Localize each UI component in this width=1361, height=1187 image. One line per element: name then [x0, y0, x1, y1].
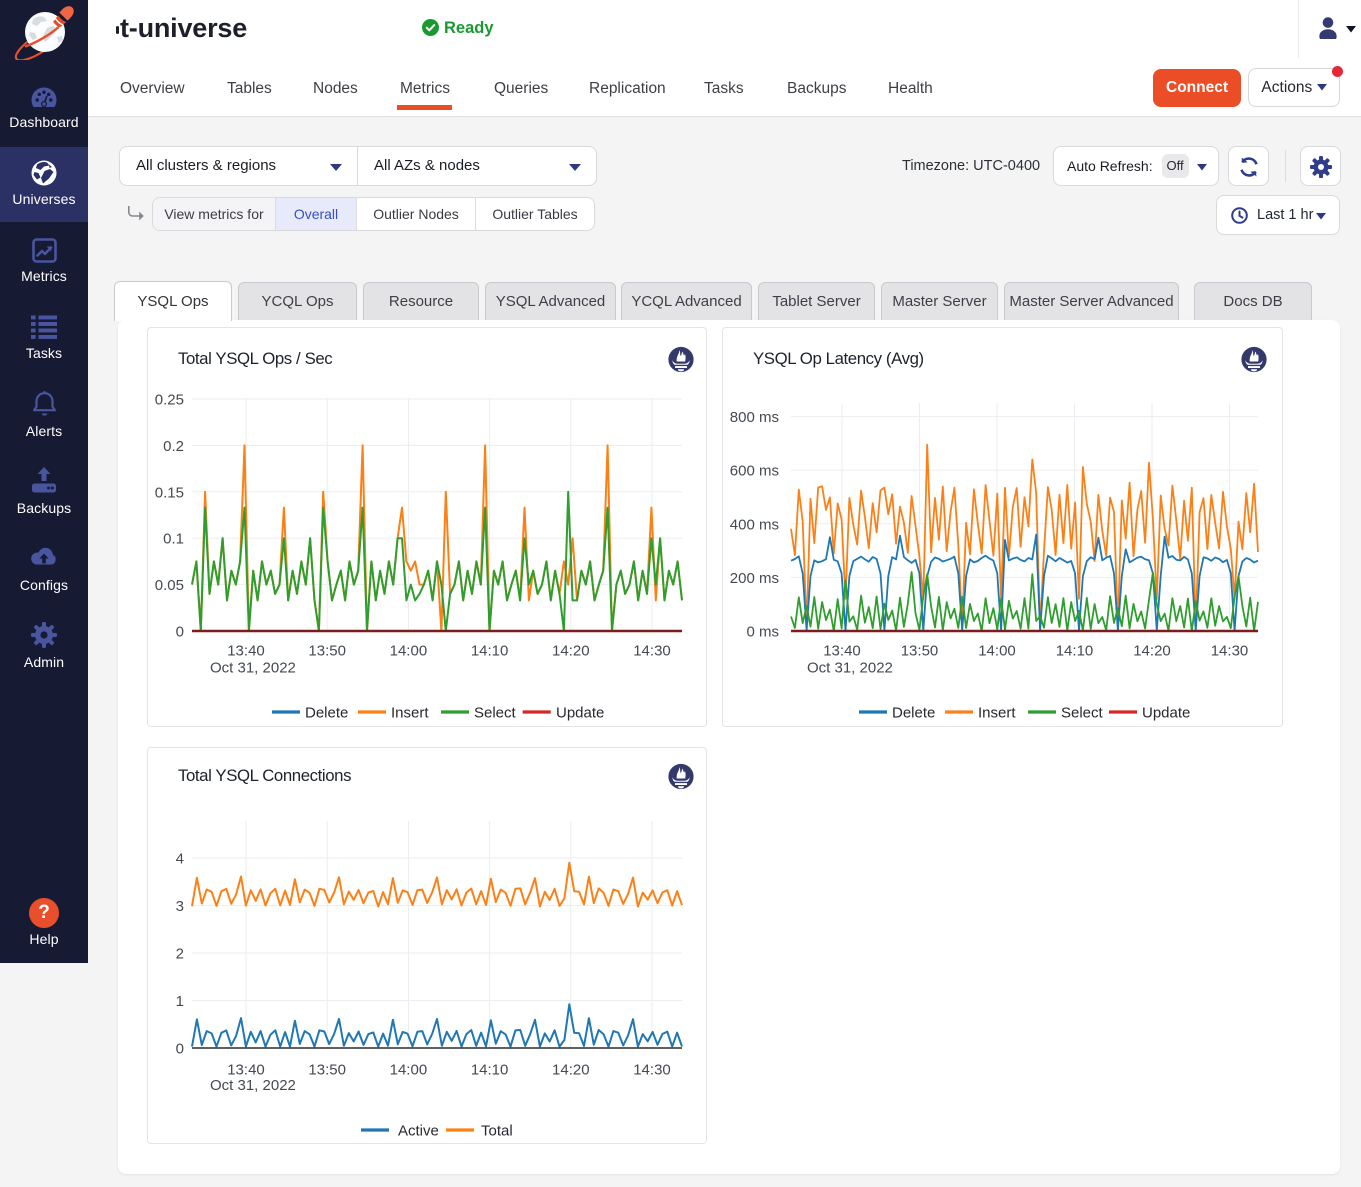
svg-text:14:00: 14:00 — [978, 643, 1016, 660]
svg-text:13:40: 13:40 — [227, 643, 265, 660]
svg-text:Delete: Delete — [305, 705, 348, 722]
svg-text:Update: Update — [556, 705, 604, 722]
svg-text:Select: Select — [474, 705, 517, 722]
svg-text:3: 3 — [176, 898, 184, 915]
svg-text:Update: Update — [1142, 705, 1190, 722]
svg-text:13:50: 13:50 — [901, 643, 939, 660]
svg-text:14:10: 14:10 — [1056, 643, 1094, 660]
svg-text:Oct 31, 2022: Oct 31, 2022 — [210, 660, 296, 677]
svg-text:Total YSQL Ops / Sec: Total YSQL Ops / Sec — [178, 349, 332, 368]
svg-text:0: 0 — [176, 1041, 184, 1058]
svg-text:0: 0 — [176, 624, 184, 641]
svg-text:Insert: Insert — [978, 705, 1016, 722]
svg-text:400 ms: 400 ms — [730, 516, 779, 533]
svg-text:14:00: 14:00 — [390, 643, 428, 660]
svg-text:0.25: 0.25 — [155, 392, 184, 409]
svg-text:Select: Select — [1061, 705, 1104, 722]
svg-text:14:30: 14:30 — [633, 643, 671, 660]
svg-text:14:10: 14:10 — [471, 643, 509, 660]
svg-text:4: 4 — [176, 851, 184, 868]
svg-text:Oct 31, 2022: Oct 31, 2022 — [210, 1077, 296, 1094]
svg-text:Oct 31, 2022: Oct 31, 2022 — [807, 660, 893, 677]
svg-text:14:20: 14:20 — [552, 1062, 590, 1079]
svg-text:13:40: 13:40 — [823, 643, 861, 660]
svg-text:YSQL Op Latency (Avg): YSQL Op Latency (Avg) — [753, 349, 924, 368]
svg-text:13:50: 13:50 — [308, 643, 346, 660]
svg-text:14:20: 14:20 — [1133, 643, 1171, 660]
svg-text:14:30: 14:30 — [633, 1062, 671, 1079]
svg-text:2: 2 — [176, 946, 184, 963]
svg-text:14:00: 14:00 — [390, 1062, 428, 1079]
svg-text:Delete: Delete — [892, 705, 935, 722]
svg-text:14:10: 14:10 — [471, 1062, 509, 1079]
svg-text:13:40: 13:40 — [227, 1062, 265, 1079]
svg-text:0.15: 0.15 — [155, 484, 184, 501]
svg-text:0.05: 0.05 — [155, 577, 184, 594]
svg-text:14:20: 14:20 — [552, 643, 590, 660]
svg-text:13:50: 13:50 — [308, 1062, 346, 1079]
svg-text:0.1: 0.1 — [163, 531, 184, 548]
svg-text:0 ms: 0 ms — [746, 624, 779, 641]
svg-text:800 ms: 800 ms — [730, 409, 779, 426]
svg-text:200 ms: 200 ms — [730, 570, 779, 587]
svg-text:Insert: Insert — [391, 705, 429, 722]
svg-text:Active: Active — [398, 1123, 439, 1140]
svg-text:1: 1 — [176, 993, 184, 1010]
svg-text:Total YSQL Connections: Total YSQL Connections — [178, 766, 351, 785]
svg-text:600 ms: 600 ms — [730, 463, 779, 480]
svg-text:0.2: 0.2 — [163, 438, 184, 455]
svg-text:14:30: 14:30 — [1211, 643, 1249, 660]
svg-text:Total: Total — [481, 1123, 513, 1140]
